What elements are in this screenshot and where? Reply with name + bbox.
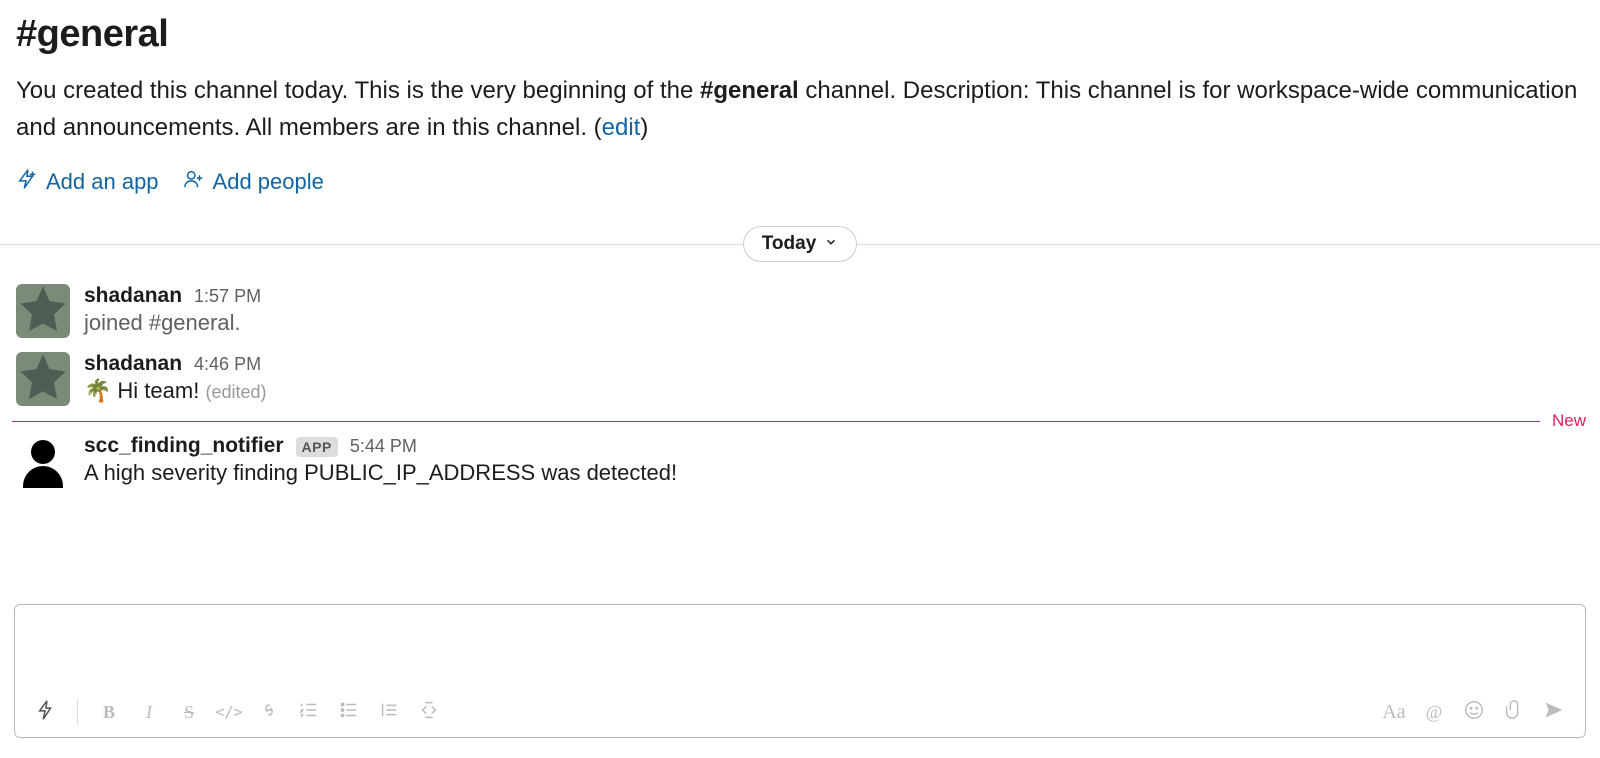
header-actions: Add an app Add people — [16, 168, 1584, 196]
chevron-down-icon — [824, 233, 838, 255]
date-divider: Today — [0, 222, 1600, 266]
add-people-button[interactable]: Add people — [183, 168, 324, 196]
desc-text: ) — [640, 114, 648, 141]
palm-tree-icon: 🌴 — [84, 378, 111, 403]
composer-toolbar: B I S </> Aa @ — [15, 691, 1585, 737]
add-app-label: Add an app — [46, 169, 159, 195]
shortcuts-button[interactable] — [29, 697, 63, 727]
message-username[interactable]: shadanan — [84, 352, 182, 376]
bold-button[interactable]: B — [92, 697, 126, 727]
link-button[interactable] — [252, 697, 286, 727]
paperclip-icon — [1503, 699, 1525, 726]
code-block-button[interactable] — [412, 697, 446, 727]
date-pill-button[interactable]: Today — [743, 226, 858, 262]
blockquote-button[interactable] — [372, 697, 406, 727]
blockquote-icon — [378, 699, 400, 726]
edit-description-link[interactable]: edit — [602, 114, 641, 141]
channel-title: #general — [16, 12, 1584, 58]
link-icon — [258, 699, 280, 726]
message-item[interactable]: shadanan 1:57 PM joined #general. — [0, 280, 1600, 348]
edited-label: (edited) — [205, 382, 266, 402]
channel-description: You created this channel today. This is … — [16, 72, 1584, 146]
composer-box: B I S </> Aa @ — [14, 604, 1586, 738]
new-divider-label: New — [1544, 411, 1586, 431]
composer: B I S </> Aa @ — [14, 604, 1586, 738]
format-icon: Aa — [1382, 701, 1405, 724]
strikethrough-icon: S — [184, 702, 194, 723]
person-plus-icon — [183, 168, 205, 196]
ordered-list-button[interactable] — [292, 697, 326, 727]
ordered-list-icon — [298, 699, 320, 726]
new-messages-divider: New — [0, 412, 1600, 430]
message-list: shadanan 1:57 PM joined #general. shadan… — [0, 266, 1600, 498]
new-divider-line — [12, 421, 1540, 422]
italic-button[interactable]: I — [132, 697, 166, 727]
at-icon: @ — [1426, 702, 1443, 723]
avatar[interactable] — [16, 352, 70, 406]
avatar[interactable] — [16, 284, 70, 338]
add-people-label: Add people — [213, 169, 324, 195]
message-input[interactable] — [15, 605, 1585, 691]
mention-button[interactable]: @ — [1417, 697, 1451, 727]
app-badge: APP — [296, 437, 338, 457]
italic-icon: I — [146, 702, 152, 723]
message-item[interactable]: shadanan 4:46 PM 🌴Hi team! (edited) — [0, 348, 1600, 416]
message-item[interactable]: scc_finding_notifier APP 5:44 PM A high … — [0, 430, 1600, 498]
attach-button[interactable] — [1497, 697, 1531, 727]
bold-icon: B — [103, 702, 115, 723]
message-timestamp[interactable]: 5:44 PM — [350, 436, 417, 457]
lightning-icon — [35, 699, 57, 726]
message-text: joined #general. — [84, 310, 1584, 336]
code-icon: </> — [215, 703, 242, 721]
message-body-text: Hi team! — [117, 378, 199, 403]
message-text: 🌴Hi team! (edited) — [84, 378, 1584, 404]
message-username[interactable]: scc_finding_notifier — [84, 434, 284, 458]
smile-icon — [1463, 699, 1485, 726]
add-app-button[interactable]: Add an app — [16, 168, 159, 196]
format-toggle-button[interactable]: Aa — [1377, 697, 1411, 727]
message-username[interactable]: shadanan — [84, 284, 182, 308]
send-button[interactable] — [1537, 697, 1571, 727]
avatar[interactable] — [16, 434, 70, 488]
toolbar-separator — [77, 699, 78, 725]
strikethrough-button[interactable]: S — [172, 697, 206, 727]
code-button[interactable]: </> — [212, 697, 246, 727]
message-timestamp[interactable]: 1:57 PM — [194, 286, 261, 307]
emoji-button[interactable] — [1457, 697, 1491, 727]
channel-header: #general You created this channel today.… — [0, 0, 1600, 196]
date-pill-label: Today — [762, 233, 817, 255]
message-timestamp[interactable]: 4:46 PM — [194, 354, 261, 375]
bulleted-list-button[interactable] — [332, 697, 366, 727]
code-block-icon — [418, 699, 440, 726]
lightning-plus-icon — [16, 168, 38, 196]
desc-text: You created this channel today. This is … — [16, 77, 700, 104]
bulleted-list-icon — [338, 699, 360, 726]
desc-channel-name: #general — [700, 77, 799, 104]
send-icon — [1543, 699, 1565, 726]
message-text: A high severity finding PUBLIC_IP_ADDRES… — [84, 460, 1584, 486]
